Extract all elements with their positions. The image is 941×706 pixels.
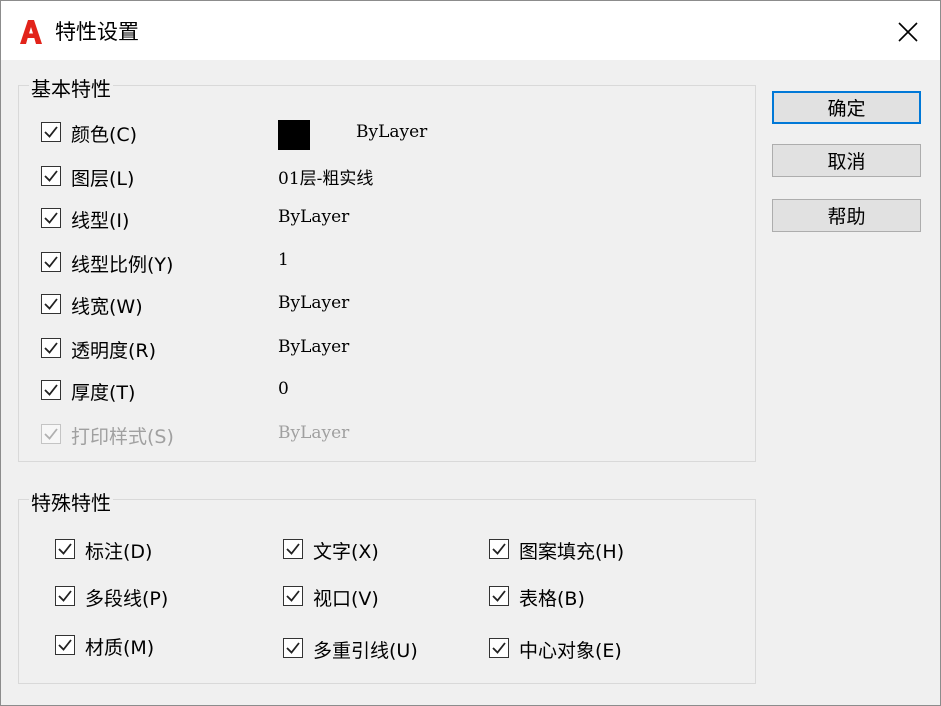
- plot-style-label: 打印样式(S): [71, 426, 174, 448]
- linetype-checkbox[interactable]: [41, 208, 61, 228]
- linetype-label: 线型(I): [71, 210, 130, 232]
- transparency-value: ByLayer: [278, 337, 350, 357]
- ok-button[interactable]: 确定: [772, 91, 921, 124]
- linetype-value: ByLayer: [278, 207, 350, 227]
- close-icon[interactable]: [891, 15, 925, 49]
- table-checkbox[interactable]: [489, 586, 509, 606]
- color-checkbox[interactable]: [41, 122, 61, 142]
- color-swatch: [278, 120, 310, 150]
- lineweight-label: 线宽(W): [71, 296, 143, 318]
- text-checkbox[interactable]: [283, 539, 303, 559]
- layer-checkbox[interactable]: [41, 166, 61, 186]
- layer-label: 图层(L): [71, 168, 135, 190]
- polyline-checkbox[interactable]: [55, 586, 75, 606]
- color-label: 颜色(C): [71, 124, 138, 146]
- viewport-checkbox[interactable]: [283, 586, 303, 606]
- multileader-label: 多重引线(U): [313, 640, 418, 662]
- viewport-label: 视口(V): [313, 588, 379, 610]
- thickness-value: 0: [278, 379, 289, 399]
- transparency-checkbox[interactable]: [41, 338, 61, 358]
- thickness-checkbox[interactable]: [41, 380, 61, 400]
- properties-settings-dialog: 特性设置 基本特性 颜色(C) ByLayer 图层(L) 01层-粗实线 线型…: [0, 0, 941, 706]
- transparency-label: 透明度(R): [71, 340, 157, 362]
- hatch-label: 图案填充(H): [519, 541, 625, 563]
- layer-value: 01层-粗实线: [278, 169, 374, 189]
- autocad-a-icon: [20, 20, 42, 44]
- text-label: 文字(X): [313, 541, 379, 563]
- linetype-scale-checkbox[interactable]: [41, 252, 61, 272]
- center-object-label: 中心对象(E): [519, 640, 622, 662]
- special-properties-title: 特殊特性: [29, 487, 113, 516]
- linetype-scale-value: 1: [278, 250, 289, 270]
- table-label: 表格(B): [519, 588, 585, 610]
- help-button[interactable]: 帮助: [772, 199, 921, 232]
- thickness-label: 厚度(T): [71, 382, 136, 404]
- dimension-checkbox[interactable]: [55, 539, 75, 559]
- hatch-checkbox[interactable]: [489, 539, 509, 559]
- center-object-checkbox[interactable]: [489, 638, 509, 658]
- title-bar: 特性设置: [1, 1, 940, 60]
- material-checkbox[interactable]: [55, 635, 75, 655]
- material-label: 材质(M): [85, 637, 155, 659]
- lineweight-value: ByLayer: [278, 293, 350, 313]
- lineweight-checkbox[interactable]: [41, 294, 61, 314]
- color-value: ByLayer: [356, 122, 428, 142]
- cancel-button[interactable]: 取消: [772, 144, 921, 177]
- multileader-checkbox[interactable]: [283, 638, 303, 658]
- dimension-label: 标注(D): [85, 541, 153, 563]
- dialog-title: 特性设置: [55, 20, 139, 44]
- polyline-label: 多段线(P): [85, 588, 169, 610]
- linetype-scale-label: 线型比例(Y): [71, 254, 174, 276]
- plot-style-checkbox: [41, 424, 61, 444]
- plot-style-value: ByLayer: [278, 423, 350, 443]
- basic-properties-title: 基本特性: [29, 73, 113, 102]
